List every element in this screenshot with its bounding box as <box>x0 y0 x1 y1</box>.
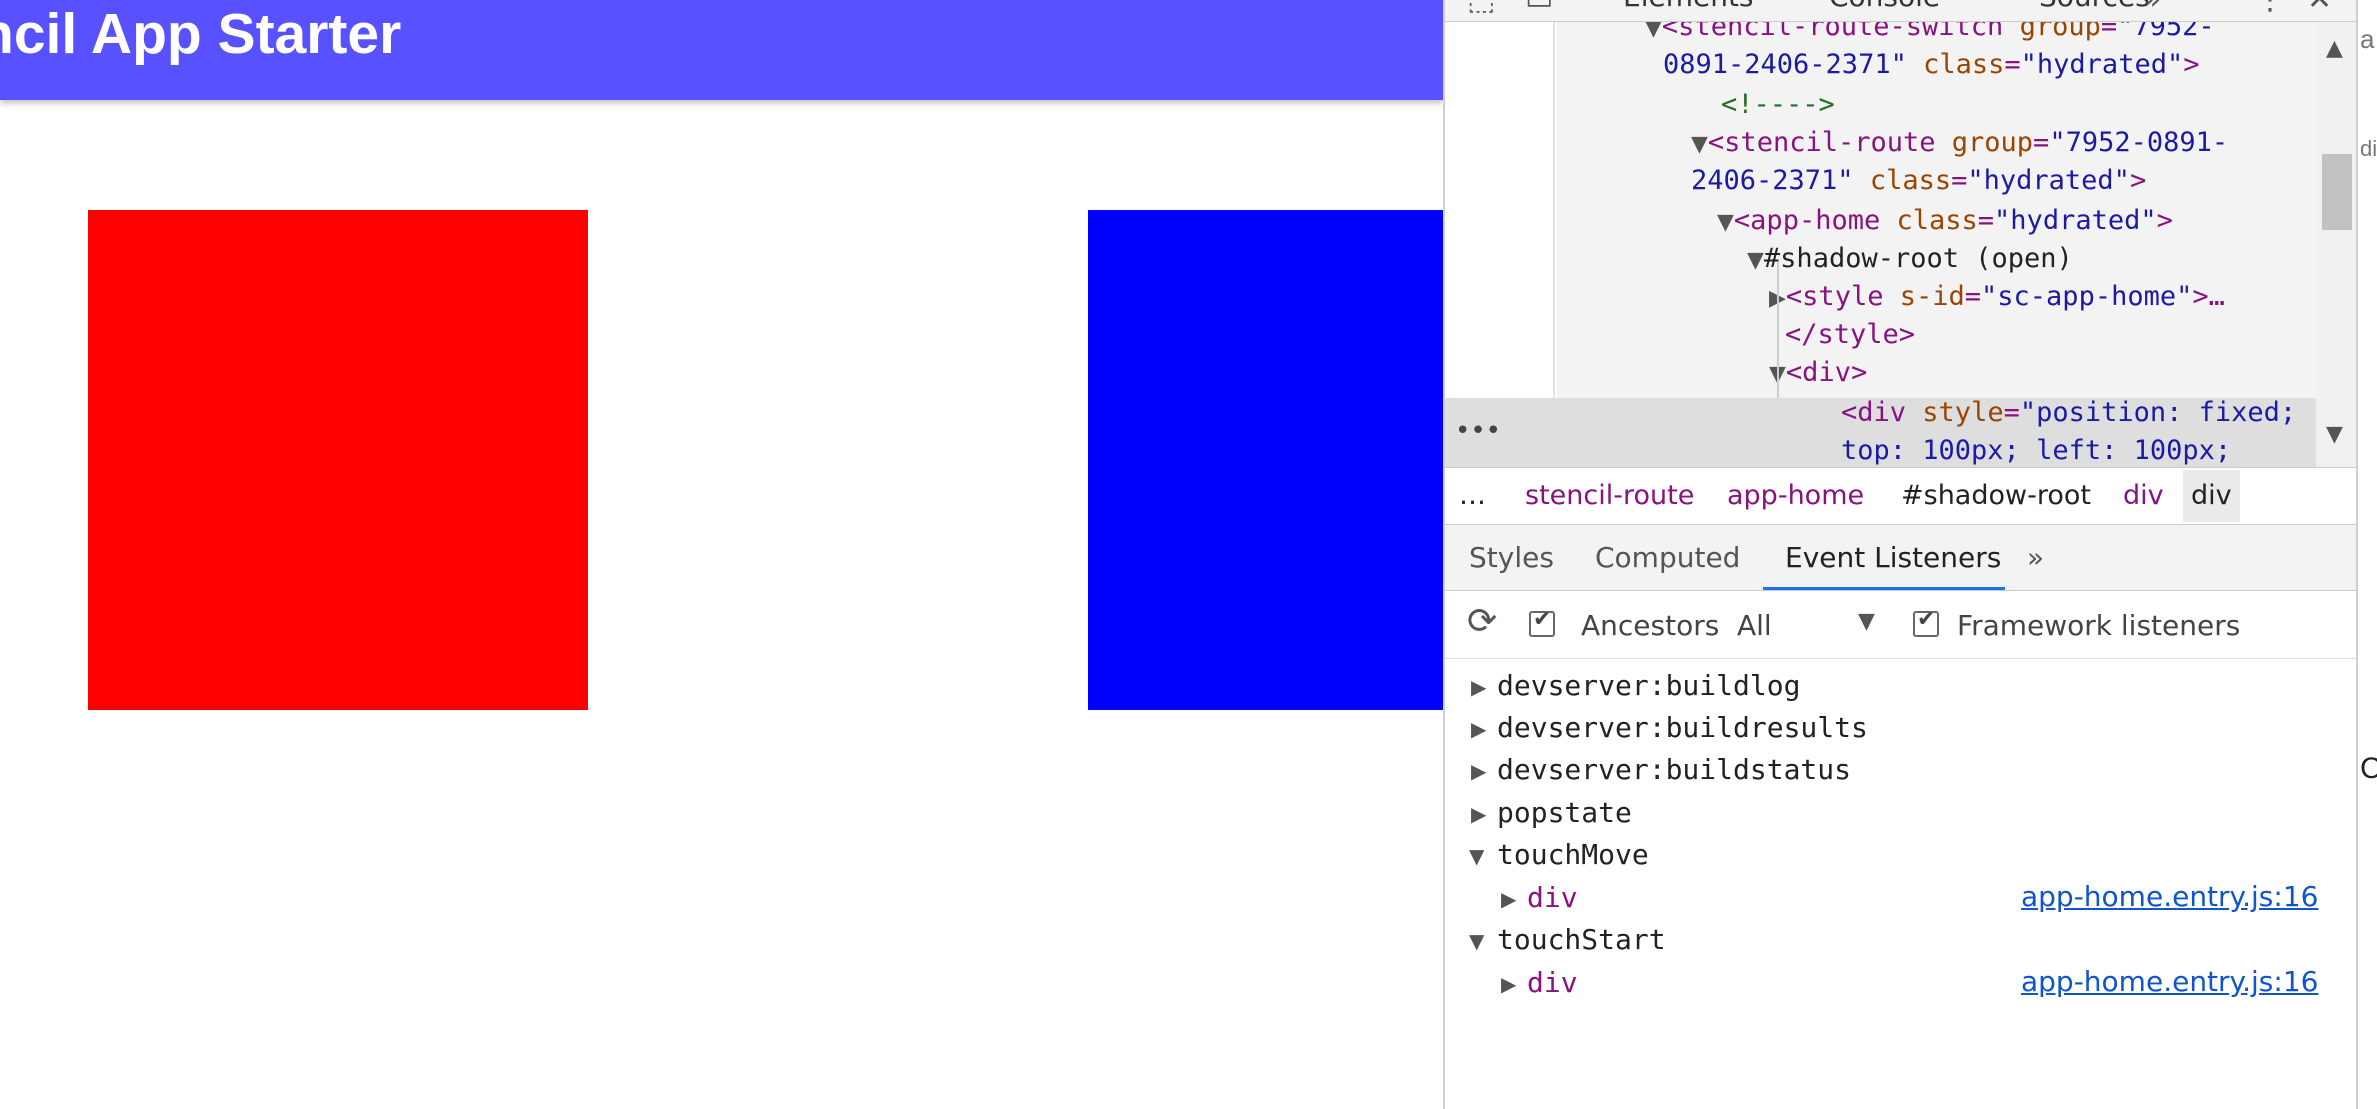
active-subtab-indicator <box>1763 587 2005 590</box>
tab-elements[interactable]: Elements <box>1623 0 1754 13</box>
adjacent-window-sliver: a di C <box>2356 0 2377 1109</box>
expand-arrow-icon[interactable]: ▶ <box>1471 675 1486 699</box>
event-devserver-buildresults[interactable]: devserver:buildresults <box>1497 711 1868 744</box>
tree-node-stencil-route-cont[interactable]: 2406-2371" class="hydrated"> <box>1691 162 2146 200</box>
tab-event-listeners[interactable]: Event Listeners <box>1785 541 2001 574</box>
listener-touchstart-div[interactable]: div <box>1527 966 1578 999</box>
more-tabs-icon[interactable]: » <box>2143 0 2161 17</box>
tree-node-style-close[interactable]: </style> <box>1785 316 1915 354</box>
close-icon[interactable]: ✕ <box>2307 0 2332 17</box>
listener-touchmove-div[interactable]: div <box>1527 881 1578 914</box>
scroll-up-icon[interactable]: ▲ <box>2326 36 2343 61</box>
app-title: ncil App Starter <box>0 2 402 66</box>
elements-scrollbar[interactable]: ▲ ▼ <box>2316 22 2356 467</box>
page-viewport: ncil App Starter <box>0 0 1443 1109</box>
event-popstate[interactable]: popstate <box>1497 796 1632 829</box>
expand-arrow-icon[interactable]: ▶ <box>1501 887 1516 911</box>
breadcrumb-app-home[interactable]: app-home <box>1727 480 1864 511</box>
devtools-toolbar: ⬚ ▭ Elements Console Sources » ⋮ ✕ <box>1445 0 2356 22</box>
tab-console[interactable]: Console <box>1829 0 1940 13</box>
sliver-text-di: di <box>2360 136 2377 161</box>
app-header: ncil App Starter <box>0 0 1443 100</box>
breadcrumb-ellipsis[interactable]: … <box>1459 480 1486 511</box>
kebab-menu-icon[interactable]: ⋮ <box>2255 0 2285 17</box>
filter-select[interactable]: All <box>1737 609 1772 642</box>
devtools-panel: ⬚ ▭ Elements Console Sources » ⋮ ✕ ▼<ste… <box>1443 0 2356 1109</box>
tree-node-route-switch-cont[interactable]: 0891-2406-2371" class="hydrated"> <box>1663 46 2199 84</box>
breadcrumb: … stencil-route app-home #shadow-root di… <box>1445 467 2356 525</box>
expand-arrow-icon[interactable]: ▶ <box>1471 717 1486 741</box>
tree-node-shadow-root[interactable]: ▼#shadow-root (open) <box>1747 240 2073 280</box>
sliver-divider <box>2356 0 2358 1109</box>
selected-node-row[interactable]: ••• <div style="position: fixed; top: 10… <box>1445 397 2316 467</box>
elements-panel: ▼<stencil-route-switch group="7952- 0891… <box>1445 22 2356 467</box>
tree-node-div[interactable]: ▼<div> <box>1769 354 1867 394</box>
refresh-icon[interactable]: ⟳ <box>1467 601 1497 642</box>
event-listener-list: ▶ devserver:buildlog ▶ devserver:buildre… <box>1445 659 2356 1109</box>
expand-arrow-icon[interactable]: ▶ <box>1471 802 1486 826</box>
breadcrumb-stencil-route[interactable]: stencil-route <box>1525 480 1694 511</box>
tab-styles[interactable]: Styles <box>1469 541 1554 574</box>
expand-arrow-icon[interactable]: ▶ <box>1501 972 1516 996</box>
ancestors-label: Ancestors <box>1581 609 1720 642</box>
ancestors-checkbox[interactable] <box>1529 607 1555 637</box>
tree-node-stencil-route[interactable]: ▼<stencil-route group="7952-0891- <box>1691 124 2228 164</box>
expand-arrow-icon[interactable]: ▶ <box>1471 759 1486 783</box>
tab-sources[interactable]: Sources <box>2039 0 2150 13</box>
chevron-down-icon[interactable]: ▼ <box>1858 609 1875 634</box>
event-touchstart[interactable]: touchStart <box>1497 923 1666 956</box>
breadcrumb-shadow-root[interactable]: #shadow-root <box>1901 480 2091 511</box>
event-devserver-buildstatus[interactable]: devserver:buildstatus <box>1497 753 1851 786</box>
red-box[interactable] <box>88 210 588 710</box>
event-devserver-buildlog[interactable]: devserver:buildlog <box>1497 669 1800 702</box>
source-link-touchstart[interactable]: app-home.entry.js:16 <box>2021 965 2318 998</box>
sliver-text-a: a <box>2360 24 2375 54</box>
device-toggle-icon[interactable]: ▭ <box>1525 0 1553 17</box>
collapse-arrow-icon[interactable]: ▼ <box>1469 929 1484 953</box>
framework-listeners-checkbox[interactable] <box>1913 607 1939 637</box>
scroll-thumb[interactable] <box>2322 154 2352 230</box>
listener-toolbar: ⟳ Ancestors All ▼ Framework listeners <box>1445 591 2356 659</box>
breadcrumb-div-selected[interactable]: div <box>2183 470 2240 522</box>
blue-box[interactable] <box>1088 210 1443 710</box>
breadcrumb-div[interactable]: div <box>2123 480 2164 511</box>
tree-node-comment[interactable]: <!----> <box>1721 86 1835 124</box>
tree-node-style[interactable]: ▶<style s-id="sc-app-home">… <box>1769 278 2225 318</box>
tree-node-selected-div-cont[interactable]: top: 100px; left: 100px; <box>1841 432 2231 467</box>
event-touchmove[interactable]: touchMove <box>1497 838 1649 871</box>
scroll-down-icon[interactable]: ▼ <box>2326 422 2343 447</box>
tree-node-route-switch[interactable]: ▼<stencil-route-switch group="7952- <box>1557 22 2215 48</box>
framework-listeners-label: Framework listeners <box>1957 609 2241 642</box>
sliver-text-c: C <box>2360 752 2377 785</box>
sidebar-tabs: Styles Computed Event Listeners » <box>1445 525 2356 591</box>
tree-node-selected-div[interactable]: <div style="position: fixed; <box>1841 394 2296 432</box>
node-actions-icon[interactable]: ••• <box>1455 416 1501 446</box>
collapse-arrow-icon[interactable]: ▼ <box>1469 844 1484 868</box>
inspect-element-icon[interactable]: ⬚ <box>1467 0 1495 17</box>
source-link-touchmove[interactable]: app-home.entry.js:16 <box>2021 880 2318 913</box>
tree-node-app-home[interactable]: ▼<app-home class="hydrated"> <box>1717 202 2173 242</box>
tab-computed[interactable]: Computed <box>1595 541 1740 574</box>
more-tabs-chevron-icon[interactable]: » <box>2027 541 2044 574</box>
